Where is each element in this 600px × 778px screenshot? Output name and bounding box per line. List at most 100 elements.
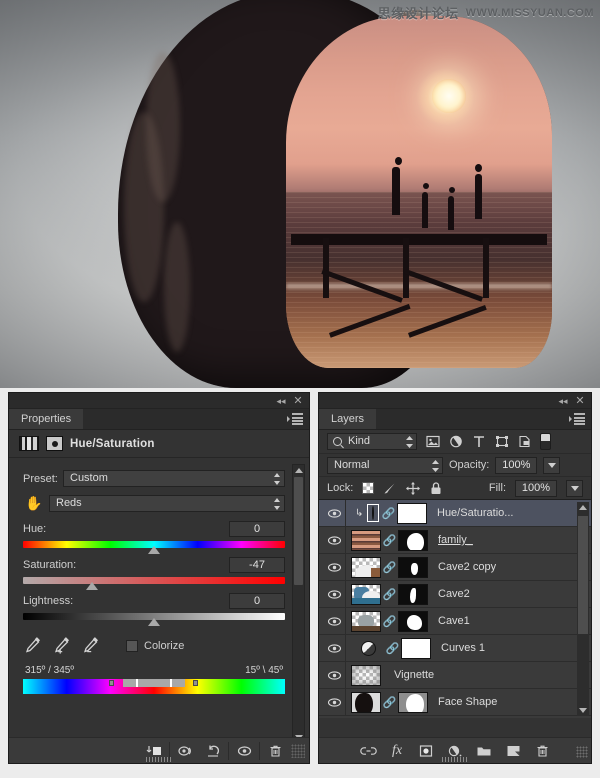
layer-visibility-toggle[interactable]	[323, 635, 345, 662]
layer-mask-thumbnail[interactable]	[398, 691, 428, 713]
scroll-up-icon[interactable]	[577, 502, 589, 513]
layer-visibility-toggle[interactable]	[323, 581, 345, 608]
layer-thumbnail[interactable]	[351, 583, 381, 605]
saturation-slider-thumb[interactable]	[86, 582, 99, 590]
layer-name[interactable]: Cave2	[438, 588, 470, 600]
scrollbar-thumb[interactable]	[294, 477, 303, 585]
link-icon[interactable]: 🔗	[383, 560, 397, 574]
opacity-input[interactable]: 100%	[495, 456, 538, 474]
panel-menu-icon[interactable]	[287, 413, 303, 425]
layer-thumbnail[interactable]	[351, 664, 381, 686]
reset-button[interactable]	[199, 739, 227, 763]
tab-properties[interactable]: Properties	[9, 409, 85, 429]
layer-mask-thumbnail[interactable]	[398, 583, 428, 605]
layer-visibility-toggle[interactable]	[323, 689, 345, 716]
link-layers-button[interactable]	[358, 741, 378, 761]
table-row[interactable]: ↳ 🔗 Hue/Saturatio...	[319, 500, 591, 527]
new-layer-button[interactable]	[503, 741, 523, 761]
layer-visibility-toggle[interactable]	[323, 608, 345, 635]
lock-position-icon[interactable]	[406, 481, 421, 495]
resize-grip[interactable]	[291, 743, 305, 758]
lock-transparent-pixels-icon[interactable]	[362, 482, 375, 494]
table-row[interactable]: 🔗 Cave2 copy	[319, 553, 591, 581]
link-icon[interactable]: 🔗	[383, 587, 397, 601]
eyedropper-icon[interactable]	[23, 636, 42, 655]
table-row[interactable]: 🔗 Curves 1	[319, 634, 591, 662]
colorize-checkbox[interactable]	[126, 639, 138, 652]
delete-button[interactable]	[261, 739, 289, 763]
layer-visibility-toggle[interactable]	[323, 662, 345, 689]
filter-enable-toggle[interactable]	[540, 433, 551, 450]
adjustment-thumbnail[interactable]	[372, 506, 374, 520]
link-icon[interactable]: 🔗	[383, 614, 397, 628]
layer-list[interactable]: ↳ 🔗 Hue/Saturatio... 🔗 family_ 🔗 Cave2 c…	[319, 500, 591, 718]
previous-state-button[interactable]	[171, 739, 199, 763]
range-stop-1[interactable]	[135, 679, 138, 687]
layer-name[interactable]: family_	[438, 534, 473, 546]
layer-thumbnail[interactable]	[351, 691, 381, 713]
layer-visibility-toggle[interactable]	[323, 554, 345, 581]
layer-name[interactable]: Cave2 copy	[438, 561, 496, 573]
scroll-down-icon[interactable]	[577, 705, 589, 716]
horizontal-scroll-grip[interactable]	[442, 757, 468, 762]
table-row[interactable]: 🔗 Face Shape	[319, 688, 591, 716]
properties-scrollbar[interactable]	[292, 464, 305, 744]
opacity-dropdown-button[interactable]	[543, 456, 561, 474]
saturation-value[interactable]: -47	[229, 557, 285, 573]
filter-adjustment-icon[interactable]	[448, 434, 463, 449]
hue-slider-thumb[interactable]	[148, 546, 160, 554]
link-icon[interactable]: 🔗	[383, 695, 397, 709]
scroll-up-icon[interactable]	[293, 465, 304, 476]
filter-smart-object-icon[interactable]	[517, 434, 532, 449]
fill-input[interactable]: 100%	[515, 479, 557, 497]
mask-icon[interactable]	[46, 436, 63, 451]
lock-image-pixels-icon[interactable]	[383, 481, 397, 495]
toggle-visibility-button[interactable]	[230, 739, 258, 763]
layer-thumbnail[interactable]	[351, 610, 381, 632]
layer-name[interactable]: Hue/Saturatio...	[437, 507, 513, 519]
lightness-slider-track[interactable]	[23, 613, 285, 626]
filter-kind-select[interactable]: Kind	[327, 433, 417, 450]
hand-scrub-icon[interactable]: ✋	[23, 494, 45, 512]
layer-mask-thumbnail[interactable]	[401, 637, 431, 659]
table-row[interactable]: 🔗 Cave1	[319, 607, 591, 635]
close-icon[interactable]: ✕	[292, 395, 304, 407]
adjustment-thumbnail[interactable]	[361, 640, 376, 656]
layer-mask-thumbnail[interactable]	[397, 502, 427, 524]
close-icon[interactable]: ✕	[574, 395, 586, 407]
link-icon[interactable]: 🔗	[383, 533, 397, 547]
delete-layer-button[interactable]	[532, 741, 552, 761]
layer-name[interactable]: Curves 1	[441, 642, 485, 654]
hue-value[interactable]: 0	[229, 521, 285, 537]
range-selection-band[interactable]	[122, 679, 186, 687]
filter-type-icon[interactable]	[471, 434, 486, 449]
lightness-value[interactable]: 0	[229, 593, 285, 609]
resize-grip[interactable]	[576, 746, 588, 758]
channel-select[interactable]: Reds	[49, 494, 285, 512]
new-group-button[interactable]	[474, 741, 494, 761]
table-row[interactable]: Vignette	[319, 661, 591, 689]
layer-visibility-toggle[interactable]	[323, 527, 345, 554]
layer-name[interactable]: Cave1	[438, 615, 470, 627]
layer-mask-thumbnail[interactable]	[398, 529, 428, 551]
layer-name[interactable]: Face Shape	[438, 696, 497, 708]
collapse-icon[interactable]: ◂◂	[557, 395, 569, 407]
layer-visibility-toggle[interactable]	[323, 500, 345, 527]
range-handle-right[interactable]	[193, 680, 199, 686]
filter-shape-icon[interactable]	[494, 434, 509, 449]
preset-select[interactable]: Custom	[63, 470, 285, 487]
filter-pixel-icon[interactable]	[425, 434, 440, 449]
lightness-slider-thumb[interactable]	[148, 618, 160, 626]
add-layer-mask-button[interactable]	[416, 741, 436, 761]
table-row[interactable]: 🔗 Cave2	[319, 580, 591, 608]
range-stop-2[interactable]	[169, 679, 172, 687]
fill-dropdown-button[interactable]	[566, 479, 583, 497]
layers-scrollbar[interactable]	[577, 502, 589, 716]
saturation-slider-track[interactable]	[23, 577, 285, 590]
tab-layers[interactable]: Layers	[319, 409, 378, 429]
blend-mode-select[interactable]: Normal	[327, 456, 443, 474]
panel-menu-icon[interactable]	[569, 413, 585, 425]
range-handle-left[interactable]	[109, 680, 115, 686]
layer-style-button[interactable]: fx	[387, 741, 407, 761]
layer-mask-thumbnail[interactable]	[398, 556, 428, 578]
